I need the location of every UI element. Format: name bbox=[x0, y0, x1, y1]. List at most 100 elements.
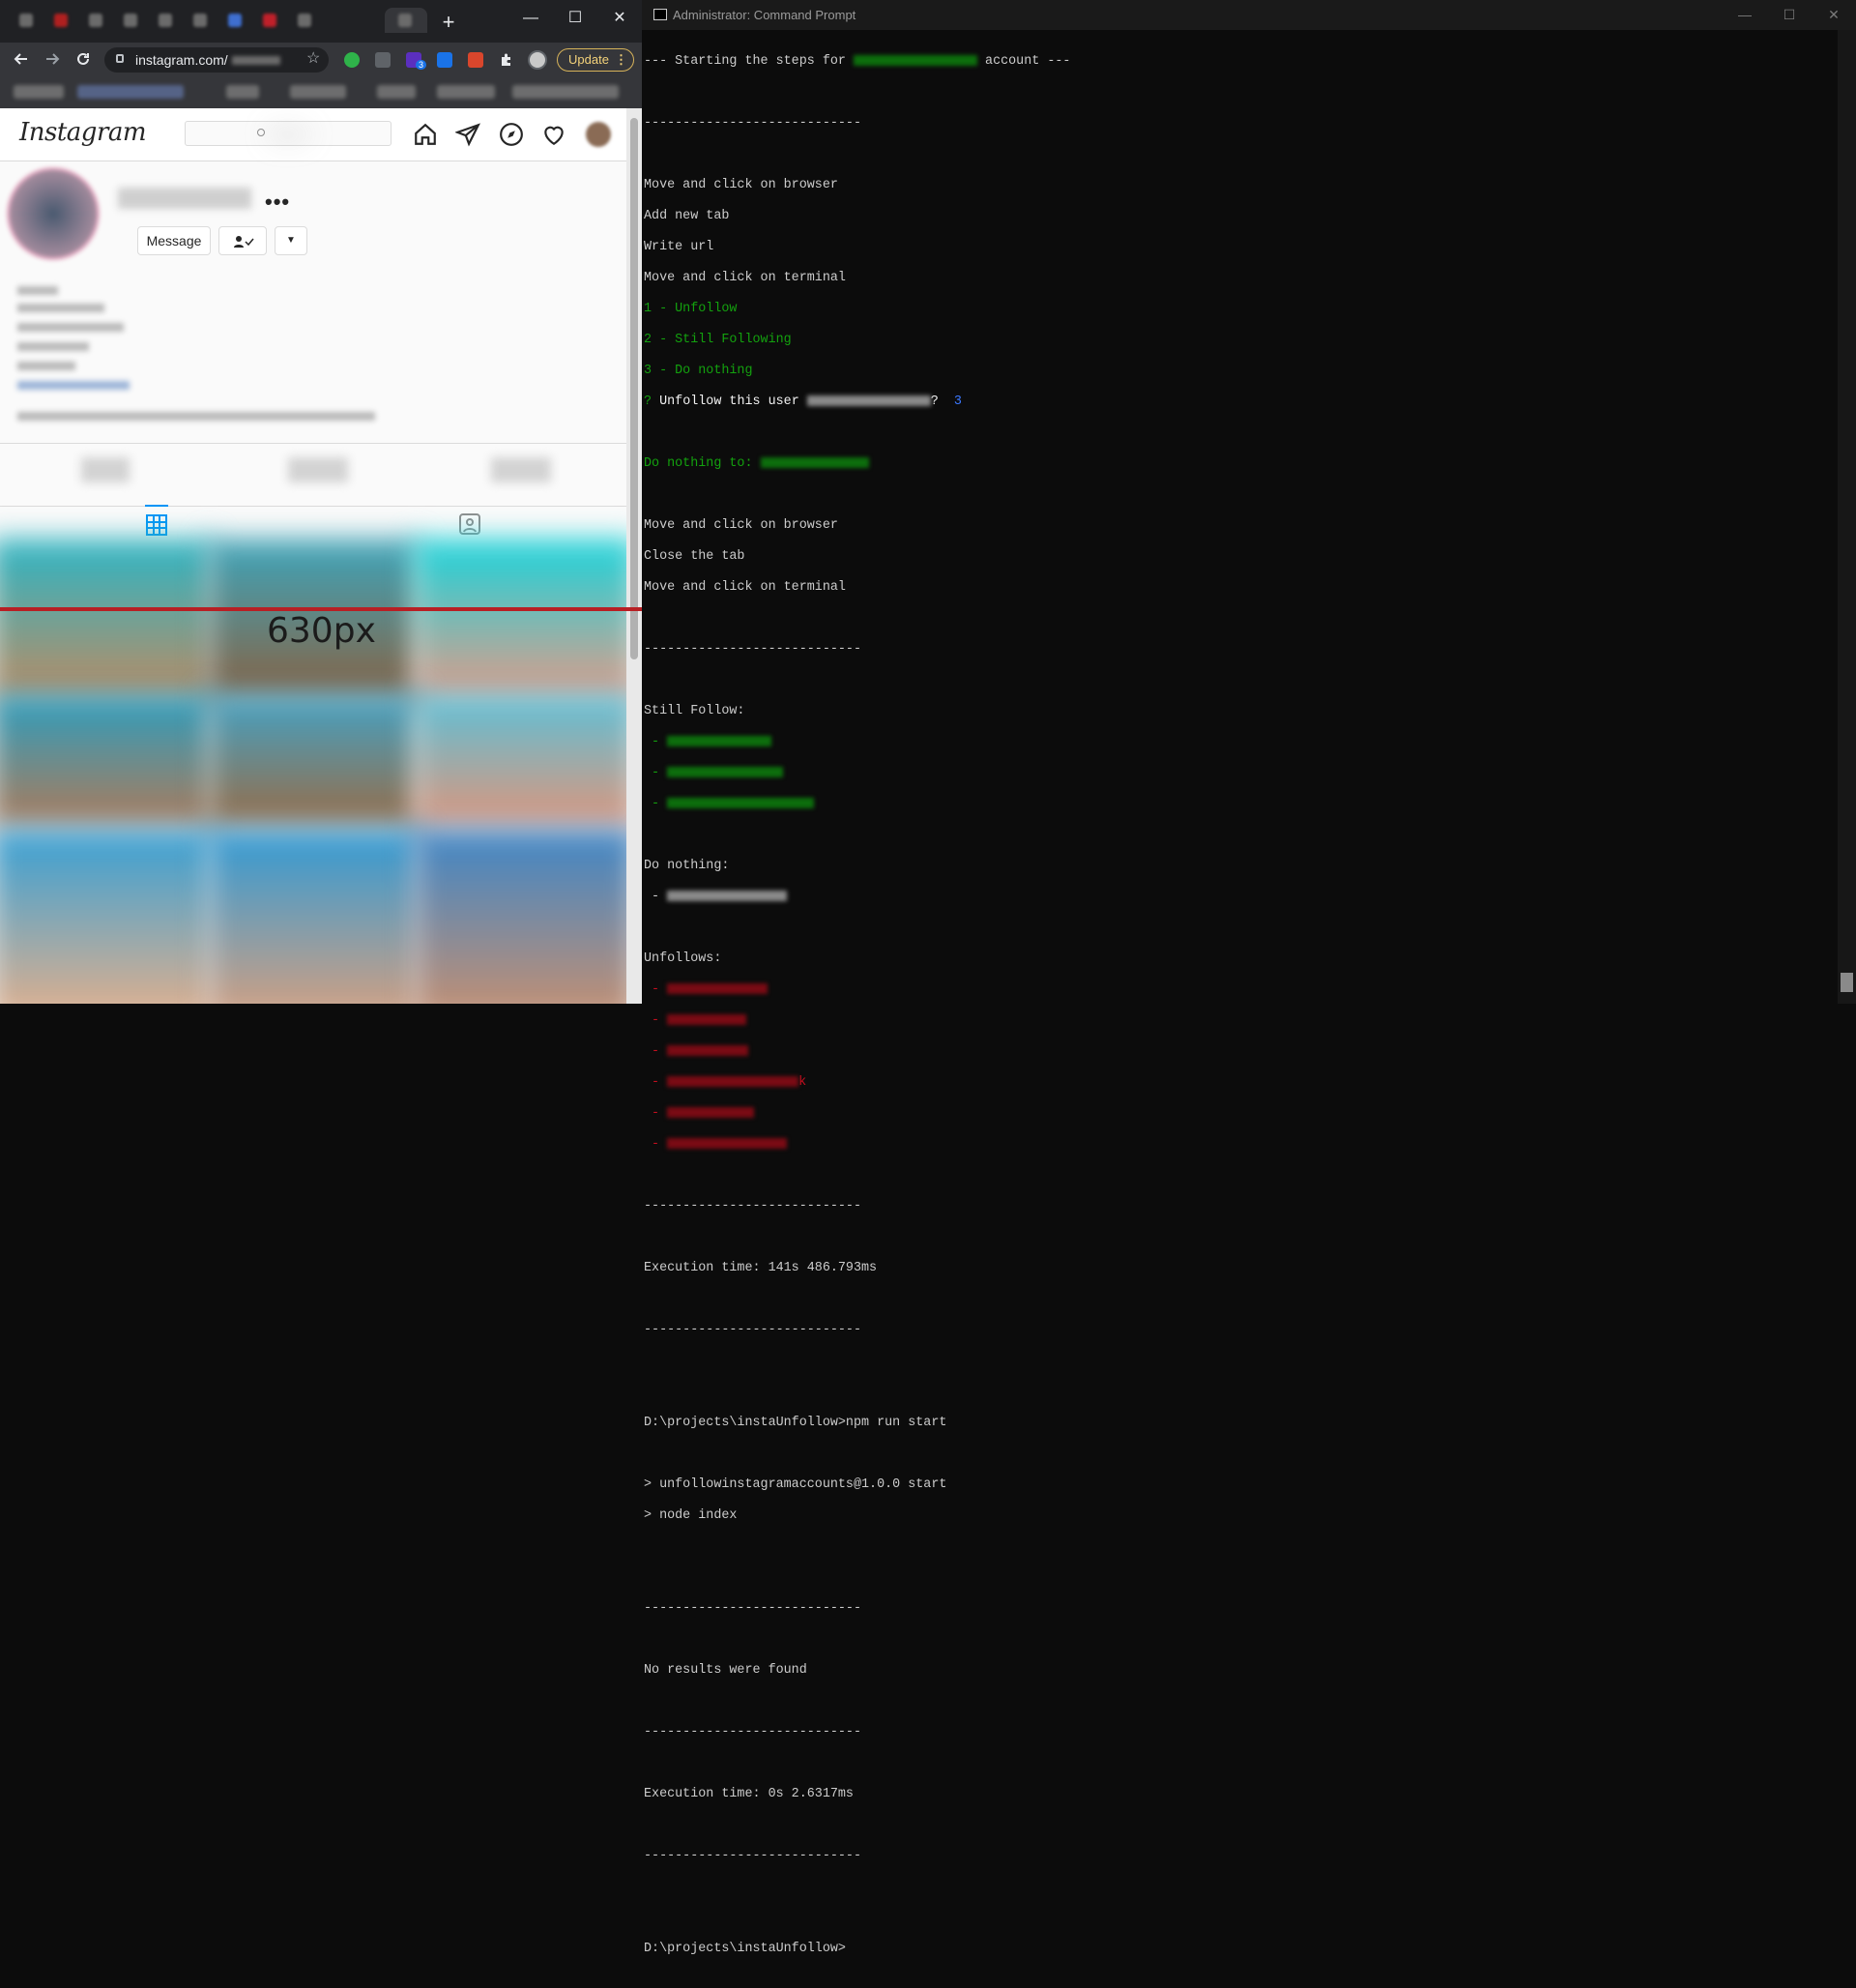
more-options-button[interactable]: ••• bbox=[265, 190, 290, 215]
terminal-text: account --- bbox=[985, 54, 1071, 69]
command-prompt[interactable]: D:\projects\instaUnfollow> bbox=[644, 1942, 1833, 1957]
list-item: - k bbox=[644, 1075, 1833, 1091]
bookmark-item[interactable] bbox=[377, 85, 416, 99]
bookmark-item[interactable] bbox=[77, 85, 184, 99]
list-item: - bbox=[644, 735, 1833, 750]
terminal-line: Write url bbox=[644, 240, 714, 254]
browser-close-button[interactable]: ✕ bbox=[597, 6, 642, 31]
browser-tab[interactable] bbox=[288, 8, 321, 33]
bookmark-item[interactable] bbox=[290, 85, 346, 99]
terminal-line: Close the tab bbox=[644, 549, 745, 564]
terminal-line: Move and click on browser bbox=[644, 518, 838, 533]
terminal-scrollbar[interactable] bbox=[1838, 30, 1856, 1004]
tab-favicon-icon bbox=[228, 14, 242, 27]
command-prompt-window: Administrator: Command Prompt — ☐ ✕ --- … bbox=[642, 0, 1856, 1956]
tab-favicon-icon bbox=[54, 14, 68, 27]
page-scrollbar[interactable] bbox=[626, 108, 642, 1004]
post-thumbnail[interactable] bbox=[0, 539, 213, 703]
browser-tab[interactable] bbox=[114, 8, 147, 33]
terminal-title: Administrator: Command Prompt bbox=[673, 8, 856, 22]
bullet: - bbox=[644, 735, 660, 749]
followers-count[interactable] bbox=[288, 457, 348, 482]
browser-tab[interactable] bbox=[44, 8, 77, 33]
tab-favicon-icon bbox=[19, 14, 33, 27]
reload-icon[interactable] bbox=[73, 49, 93, 69]
browser-tab-active[interactable] bbox=[385, 8, 427, 33]
profile-avatar[interactable] bbox=[528, 50, 547, 70]
bio-line bbox=[17, 286, 58, 295]
instagram-logo[interactable]: Instagram bbox=[19, 118, 147, 147]
heart-activity-icon[interactable] bbox=[541, 122, 566, 147]
extension-purple-icon[interactable]: 3 bbox=[406, 52, 427, 70]
browser-minimize-button[interactable]: — bbox=[508, 6, 553, 31]
extension-red-icon[interactable] bbox=[468, 52, 483, 68]
address-bar[interactable]: instagram.com/ bbox=[104, 47, 329, 73]
terminal-line: --- Starting the steps for account --- bbox=[644, 54, 1833, 70]
command-line: D:\projects\instaUnfollow>npm run start bbox=[644, 1416, 947, 1430]
post-thumbnail[interactable] bbox=[0, 829, 213, 1004]
suggested-dropdown-button[interactable]: ▼ bbox=[275, 226, 307, 255]
browser-tab[interactable] bbox=[79, 8, 112, 33]
search-placeholder: Search bbox=[269, 127, 309, 141]
direct-message-icon[interactable] bbox=[455, 122, 480, 147]
browser-tab[interactable] bbox=[184, 8, 217, 33]
redacted-username bbox=[667, 766, 784, 777]
terminal-close-button[interactable]: ✕ bbox=[1812, 4, 1856, 25]
terminal-maximize-button[interactable]: ☐ bbox=[1767, 4, 1812, 25]
bookmark-item[interactable] bbox=[512, 85, 619, 99]
tab-favicon-icon bbox=[263, 14, 276, 27]
bookmark-item[interactable] bbox=[437, 85, 495, 99]
bio-link[interactable] bbox=[17, 381, 130, 390]
profile-avatar-small[interactable] bbox=[586, 122, 611, 147]
terminal-output[interactable]: --- Starting the steps for account --- -… bbox=[644, 39, 1833, 1956]
home-icon[interactable] bbox=[413, 122, 438, 147]
extension-green-icon[interactable] bbox=[344, 52, 360, 68]
browser-toolbar: instagram.com/ ☆ 3 Update ⋮ bbox=[0, 43, 642, 75]
forward-arrow-icon[interactable] bbox=[43, 49, 62, 69]
post-thumbnail[interactable] bbox=[414, 539, 626, 703]
browser-tab[interactable] bbox=[10, 8, 43, 33]
separator-line: ---------------------------- bbox=[644, 1323, 861, 1337]
browser-tab[interactable] bbox=[218, 8, 251, 33]
profile-avatar[interactable] bbox=[10, 170, 97, 257]
extensions-puzzle-icon[interactable] bbox=[499, 52, 514, 68]
terminal-text: --- Starting the steps for bbox=[644, 54, 846, 69]
profile-stats bbox=[0, 443, 626, 507]
terminal-line: Move and click on browser bbox=[644, 178, 838, 192]
page-scrollbar-thumb[interactable] bbox=[630, 118, 638, 659]
explore-compass-icon[interactable] bbox=[499, 122, 524, 147]
extension-code-icon[interactable] bbox=[375, 52, 391, 68]
terminal-line: Still Follow: bbox=[644, 704, 745, 718]
list-item: - bbox=[644, 766, 1833, 781]
list-item: - bbox=[644, 982, 1833, 998]
terminal-minimize-button[interactable]: — bbox=[1723, 4, 1767, 25]
post-thumbnail[interactable] bbox=[0, 693, 213, 829]
redacted-username bbox=[667, 1013, 747, 1025]
search-input[interactable]: Search bbox=[185, 121, 392, 146]
tagged-icon[interactable] bbox=[458, 512, 481, 536]
bookmark-item[interactable] bbox=[14, 85, 64, 99]
new-tab-button[interactable]: + bbox=[437, 12, 460, 35]
extension-blue-icon[interactable] bbox=[437, 52, 452, 68]
browser-maximize-button[interactable]: ☐ bbox=[553, 6, 597, 31]
menu-kebab-icon[interactable]: ⋮ bbox=[615, 49, 627, 71]
post-thumbnail[interactable] bbox=[207, 693, 420, 829]
following-button[interactable] bbox=[218, 226, 267, 255]
followed-by-line[interactable] bbox=[17, 412, 375, 421]
back-arrow-icon[interactable] bbox=[12, 49, 31, 69]
separator-line: ---------------------------- bbox=[644, 1725, 861, 1740]
post-thumbnail[interactable] bbox=[207, 829, 420, 1004]
browser-tab[interactable] bbox=[149, 8, 182, 33]
post-thumbnail[interactable] bbox=[414, 829, 626, 1004]
bookmark-item[interactable] bbox=[226, 85, 259, 99]
terminal-scrollbar-thumb[interactable] bbox=[1841, 973, 1853, 992]
npm-output: > node index bbox=[644, 1508, 738, 1523]
message-button[interactable]: Message bbox=[137, 226, 211, 255]
update-button[interactable]: Update ⋮ bbox=[557, 48, 634, 72]
post-thumbnail[interactable] bbox=[414, 693, 626, 829]
following-count[interactable] bbox=[491, 457, 551, 482]
prompt-question: ? Unfollow this user ? 3 bbox=[644, 395, 1833, 410]
bookmark-star-icon[interactable]: ☆ bbox=[306, 48, 320, 68]
grid-icon bbox=[146, 514, 167, 536]
browser-tab[interactable] bbox=[253, 8, 286, 33]
